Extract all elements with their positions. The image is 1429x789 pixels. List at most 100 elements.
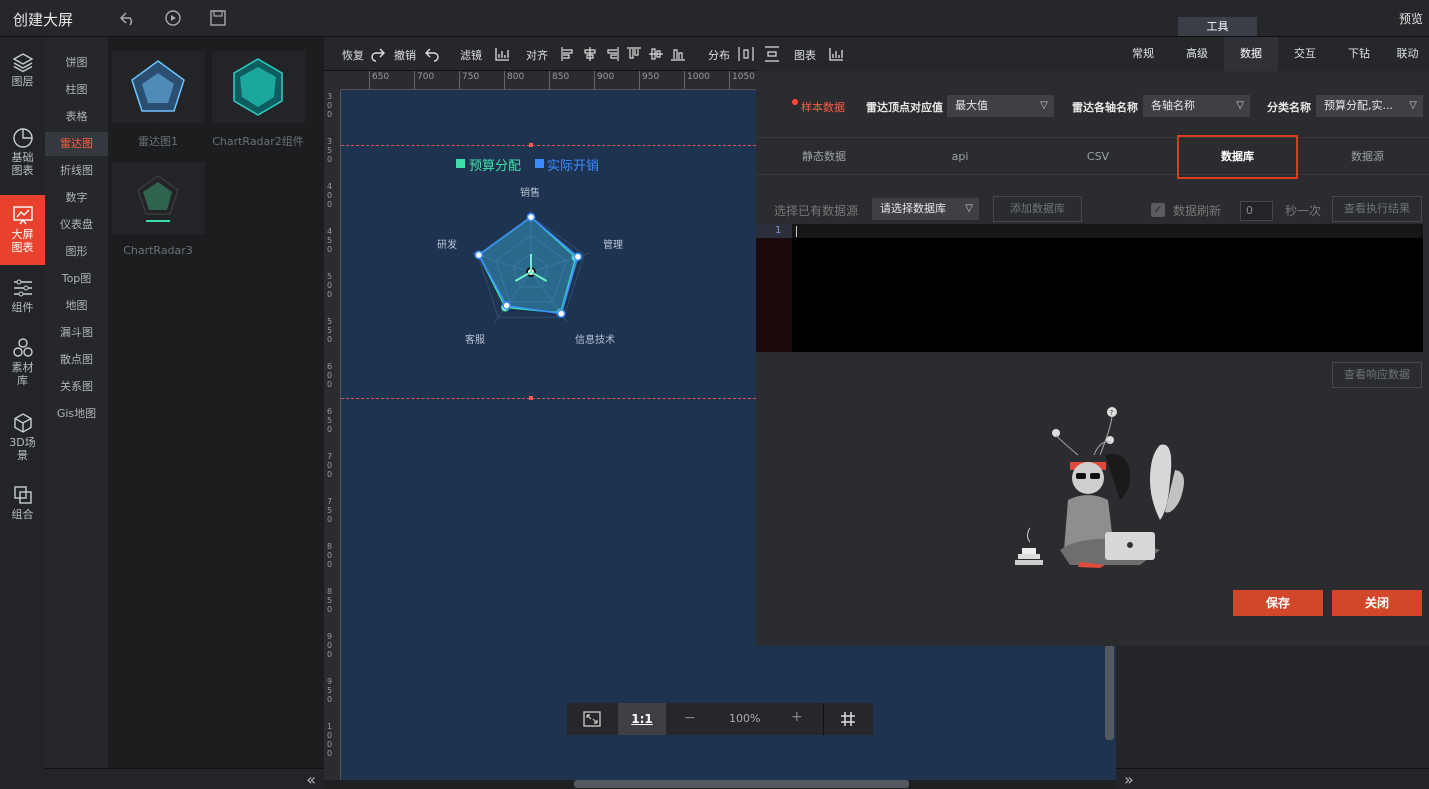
distribute-h-icon[interactable] (738, 46, 754, 62)
filter-button[interactable]: 滤镜 (460, 47, 482, 63)
ruler-label: 750 (327, 497, 333, 524)
tab-general[interactable]: 常规 (1116, 37, 1170, 71)
ruler-label: 950 (327, 677, 333, 704)
category-item[interactable]: 表格 (45, 105, 108, 129)
rail-components[interactable]: 组件 (0, 277, 45, 327)
radar-chart[interactable] (341, 90, 756, 390)
fit-screen-icon[interactable] (583, 711, 601, 727)
rail-label: 素材库 (11, 361, 34, 387)
category-item[interactable]: 地图 (45, 294, 108, 318)
guide-line-bottom[interactable] (341, 398, 756, 399)
tab-static-data[interactable]: 静态数据 (756, 138, 892, 176)
tools-tab[interactable]: 工具 (1178, 17, 1257, 36)
database-select[interactable]: 请选择数据库 ▽ (872, 198, 979, 220)
left-footer: « (45, 768, 324, 789)
category-item[interactable]: 关系图 (45, 375, 108, 399)
category-item[interactable]: 图形 (45, 240, 108, 264)
material-icon (12, 338, 33, 357)
tab-api[interactable]: api (892, 138, 1028, 176)
save-icon[interactable] (209, 9, 227, 27)
resize-handle-bottom[interactable] (529, 396, 533, 400)
zoom-out-button[interactable]: − (684, 710, 696, 726)
sample-data-label[interactable]: 样本数据 (801, 99, 845, 115)
tab-drilldown[interactable]: 下钻 (1332, 37, 1386, 71)
save-button[interactable]: 保存 (1233, 590, 1323, 616)
category-name-select[interactable]: 预算分配,实... ▽ (1316, 95, 1423, 117)
tab-advanced[interactable]: 高级 (1170, 37, 1224, 71)
rail-layers[interactable]: 图层 (0, 51, 45, 101)
collapse-right-icon[interactable]: » (1124, 770, 1134, 789)
category-item[interactable]: 柱图 (45, 78, 108, 102)
close-button[interactable]: 关闭 (1332, 590, 1422, 616)
category-item-active[interactable]: 雷达图 (45, 132, 108, 156)
align-button[interactable]: 对齐 (526, 47, 548, 63)
radar-thumbnail-2[interactable] (212, 51, 305, 123)
tab-data[interactable]: 数据 (1224, 37, 1278, 71)
category-item[interactable]: 折线图 (45, 159, 108, 183)
category-item[interactable]: 数字 (45, 186, 108, 210)
align-left-icon[interactable] (560, 46, 576, 62)
ruler-label: 500 (327, 272, 333, 299)
category-item[interactable]: 散点图 (45, 348, 108, 372)
ruler-tick (639, 71, 640, 90)
zoom-in-button[interactable]: + (791, 709, 803, 725)
bar-chart-icon[interactable] (494, 46, 510, 62)
distribute-button[interactable]: 分布 (708, 47, 730, 63)
refresh-interval-input[interactable]: 0 (1240, 201, 1273, 221)
rail-3d[interactable]: 3D场景 (0, 412, 45, 472)
zoom-divider (823, 703, 824, 735)
chart-icon[interactable] (828, 46, 844, 62)
sample-dot (792, 99, 798, 105)
axis-name-select[interactable]: 各轴名称 ▽ (1143, 95, 1250, 117)
category-item[interactable]: 仪表盘 (45, 213, 108, 237)
radar-max-select[interactable]: 最大值 ▽ (947, 95, 1054, 117)
rail-screen-charts[interactable]: 大屏图表 (0, 195, 45, 265)
undo-icon[interactable] (119, 9, 137, 27)
ruler-tick (549, 71, 550, 90)
category-item[interactable]: Top图 (45, 267, 108, 291)
undo-icon[interactable] (424, 46, 440, 62)
redo-icon[interactable] (370, 46, 386, 62)
align-top-icon[interactable] (626, 46, 642, 62)
align-middle-icon[interactable] (648, 46, 664, 62)
rail-basic-charts[interactable]: 基础图表 (0, 127, 45, 187)
align-center-h-icon[interactable] (582, 46, 598, 62)
category-item[interactable]: 饼图 (45, 51, 108, 75)
sql-editor[interactable] (756, 224, 1423, 352)
radar-thumbnail-1[interactable] (112, 51, 205, 123)
view-response-button[interactable]: 查看响应数据 (1332, 362, 1422, 388)
vertical-scrollbar[interactable] (1105, 645, 1114, 740)
tab-datasource[interactable]: 数据源 (1306, 138, 1429, 176)
add-database-button[interactable]: 添加数据库 (993, 196, 1082, 222)
axis-label-sales: 销售 (520, 188, 540, 199)
undo-button[interactable]: 撤销 (394, 47, 416, 63)
category-item[interactable]: Gis地图 (45, 402, 108, 426)
rail-label: 组件 (11, 301, 34, 314)
distribute-v-icon[interactable] (764, 46, 780, 62)
chart-category-list: 饼图 柱图 表格 雷达图 折线图 数字 仪表盘 图形 Top图 地图 漏斗图 散… (45, 37, 108, 789)
align-right-icon[interactable] (604, 46, 620, 62)
preview-button[interactable]: 预览 (1399, 10, 1423, 27)
align-bottom-icon[interactable] (670, 46, 686, 62)
actual-size-button[interactable]: 1:1 (618, 703, 666, 735)
grid-icon[interactable] (840, 711, 856, 727)
category-item[interactable]: 漏斗图 (45, 321, 108, 345)
rail-group[interactable]: 组合 (0, 484, 45, 534)
rail-material[interactable]: 素材库 (0, 337, 45, 397)
play-icon[interactable] (164, 9, 182, 27)
refresh-checkbox[interactable]: ✓ (1151, 203, 1165, 217)
horizontal-scrollbar[interactable] (574, 780, 909, 788)
collapse-left-icon[interactable]: « (306, 770, 316, 789)
tab-interaction[interactable]: 交互 (1278, 37, 1332, 71)
chart-button[interactable]: 图表 (794, 47, 816, 63)
active-tab-highlight (1177, 135, 1298, 179)
ruler-label: 900 (597, 72, 615, 82)
thumbnail-label: 雷达图1 (138, 135, 178, 148)
radar-thumbnail-3[interactable] (112, 162, 205, 234)
redo-button[interactable]: 恢复 (342, 47, 364, 63)
ruler-label: 1050 (732, 72, 755, 82)
tab-linkage[interactable]: 联动 (1386, 37, 1429, 71)
tab-csv[interactable]: CSV (1028, 138, 1168, 176)
view-exec-result-button[interactable]: 查看执行结果 (1332, 196, 1422, 222)
property-tabs: 常规 高级 数据 交互 下钻 联动 (1116, 37, 1429, 71)
